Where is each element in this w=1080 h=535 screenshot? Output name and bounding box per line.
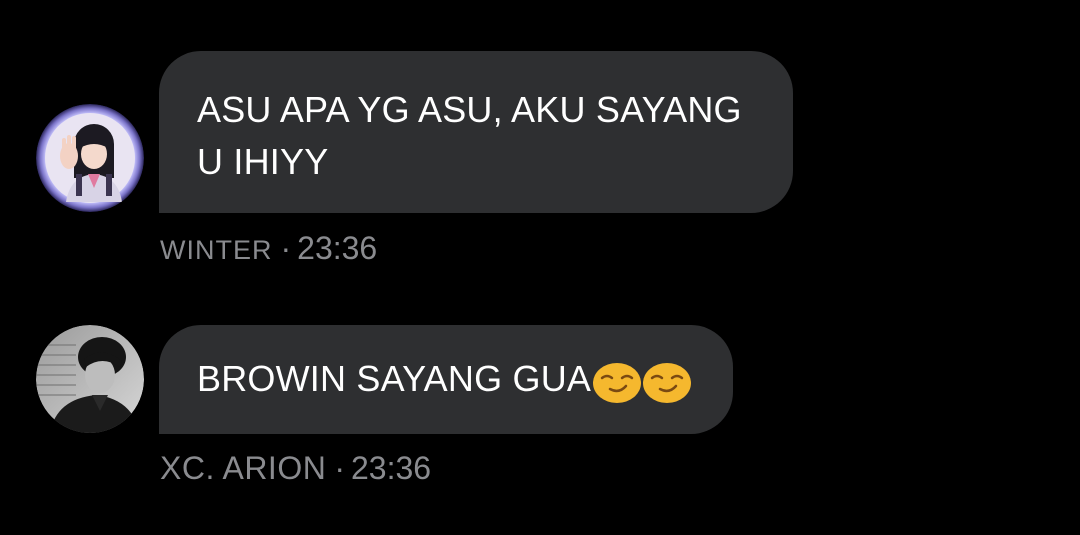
sender-avatar[interactable] xyxy=(36,325,144,433)
message-meta: XC. ARION · 23:36 xyxy=(160,448,431,488)
message-meta: WINTER · 23:36 xyxy=(160,228,377,270)
sender-name[interactable]: WINTER xyxy=(160,235,272,265)
smirk-face-icon xyxy=(593,359,642,404)
emoji-group xyxy=(593,359,693,404)
message-bubble[interactable]: ASU APA YG ASU, AKU SAYANG U IHIYY xyxy=(159,51,793,213)
girl-photo-avatar-image xyxy=(36,104,144,212)
meta-separator: · xyxy=(280,230,292,266)
message-time: 23:36 xyxy=(350,450,432,486)
boy-photo-avatar-image xyxy=(36,325,144,433)
message-bubble[interactable]: BROWIN SAYANG GUA xyxy=(159,325,733,434)
message-text-line: ASU APA YG ASU, AKU SAYANG xyxy=(197,89,742,130)
message-text: BROWIN SAYANG GUA xyxy=(197,358,592,399)
message-time: 23:36 xyxy=(297,230,378,266)
meta-separator: · xyxy=(334,450,345,486)
message-text-line: U IHIYY xyxy=(197,141,329,182)
sender-avatar[interactable] xyxy=(36,104,144,212)
smirk-face-icon xyxy=(643,359,692,404)
sender-name[interactable]: XC. ARION xyxy=(160,450,326,486)
